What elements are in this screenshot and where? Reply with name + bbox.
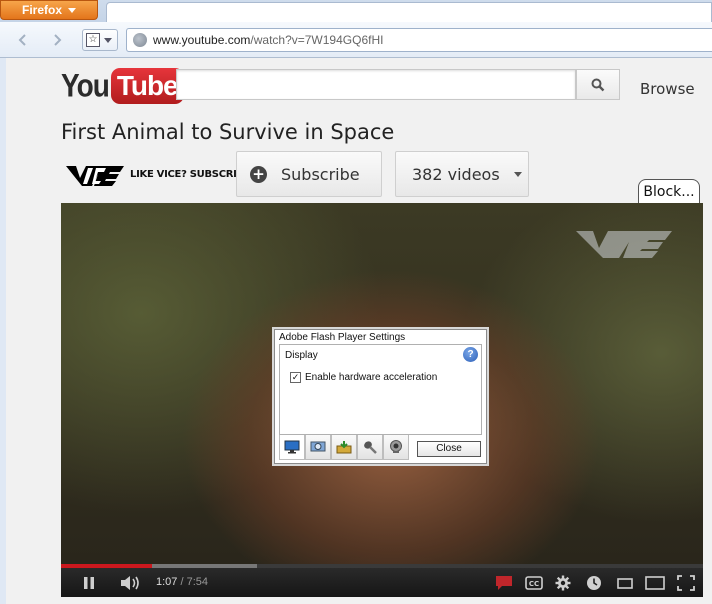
logo-tube-text: Tube <box>110 68 184 104</box>
back-arrow-icon <box>18 34 26 46</box>
video-title: First Animal to Survive in Space <box>61 120 395 144</box>
page-content: You Tube Browse First Animal to Survive … <box>6 58 712 604</box>
settings-button[interactable] <box>552 568 574 597</box>
url-path: /watch?v=7W194GQ6fHI <box>250 33 384 47</box>
camera-icon <box>390 440 402 453</box>
logo-you-text: You <box>61 67 110 104</box>
videos-count-label: 382 videos <box>412 164 500 184</box>
help-icon[interactable]: ? <box>463 347 478 362</box>
chevron-down-icon <box>104 37 112 43</box>
svg-text:CC: CC <box>529 580 539 588</box>
vice-logo[interactable] <box>64 162 126 188</box>
privacy-icon <box>310 441 326 452</box>
channel-tagline: LIKE VICE? SUBSCRIBE <box>130 169 251 180</box>
navigation-toolbar: ☆ www.youtube.com/watch?v=7W194GQ6fHI <box>0 22 712 58</box>
tab-camera[interactable] <box>383 435 409 460</box>
block-button[interactable]: Block... <box>638 179 700 203</box>
search-button[interactable] <box>576 69 620 100</box>
small-player-button[interactable] <box>614 568 636 597</box>
large-player-button[interactable] <box>644 568 666 597</box>
title-bar: Firefox <box>0 0 712 22</box>
tab-display[interactable] <box>279 435 305 460</box>
watch-later-button[interactable] <box>583 568 605 597</box>
globe-icon <box>133 33 147 47</box>
annotations-button[interactable] <box>493 568 515 597</box>
subscribe-label: Subscribe <box>281 164 360 184</box>
player-controls: 1:07 / 7:54 CC <box>61 568 703 597</box>
forward-arrow-icon <box>54 34 62 46</box>
firefox-menu-label: Firefox <box>21 3 62 17</box>
pause-icon <box>84 576 94 589</box>
chevron-down-icon <box>513 171 522 177</box>
current-time: 1:07 <box>156 576 178 588</box>
plus-icon: + <box>250 165 267 183</box>
tab-microphone[interactable] <box>357 435 383 460</box>
subscribe-button[interactable]: + Subscribe <box>236 151 382 197</box>
search-input[interactable] <box>176 69 576 100</box>
time-display: 1:07 / 7:54 <box>156 576 208 588</box>
gear-icon <box>555 575 571 590</box>
youtube-logo[interactable]: You Tube <box>61 68 184 104</box>
large-player-icon <box>645 575 665 590</box>
volume-icon <box>121 575 139 590</box>
fullscreen-icon <box>677 574 695 591</box>
flash-display-panel: Display ? ✓ Enable hardware acceleration <box>279 344 482 435</box>
browse-link[interactable]: Browse <box>640 80 695 98</box>
video-player[interactable]: Adobe Flash Player Settings Display ? ✓ … <box>61 203 703 597</box>
captions-icon: CC <box>525 575 543 590</box>
display-icon <box>284 440 300 454</box>
tab-privacy[interactable] <box>305 435 331 460</box>
tab-storage[interactable] <box>331 435 357 460</box>
storage-icon <box>336 441 352 454</box>
flash-section-title: Display <box>285 350 318 361</box>
browser-tab[interactable] <box>106 2 712 22</box>
bookmark-star-icon: ☆ <box>86 33 100 47</box>
flash-dialog-title: Adobe Flash Player Settings <box>279 332 406 343</box>
url-text: www.youtube.com/watch?v=7W194GQ6fHI <box>153 33 383 47</box>
channel-videos-button[interactable]: 382 videos <box>395 151 529 197</box>
url-host: www.youtube.com <box>153 33 251 47</box>
flash-close-button[interactable]: Close <box>417 441 481 457</box>
total-duration: / 7:54 <box>177 576 208 588</box>
annotations-icon <box>496 575 512 590</box>
chevron-down-icon <box>68 7 76 13</box>
fullscreen-button[interactable] <box>675 568 697 597</box>
captions-button[interactable]: CC <box>523 568 545 597</box>
clock-icon <box>587 575 601 590</box>
volume-button[interactable] <box>117 568 145 597</box>
hardware-acceleration-checkbox[interactable]: ✓ <box>290 372 301 383</box>
forward-button[interactable] <box>46 29 68 51</box>
small-player-icon <box>617 577 633 589</box>
back-button[interactable] <box>12 29 34 51</box>
vice-watermark <box>576 231 672 258</box>
hardware-acceleration-label[interactable]: Enable hardware acceleration <box>305 372 437 383</box>
flash-tab-bar <box>279 435 409 460</box>
microphone-icon <box>364 441 377 454</box>
url-bar[interactable]: www.youtube.com/watch?v=7W194GQ6fHI <box>126 28 712 52</box>
video-frame[interactable]: Adobe Flash Player Settings Display ? ✓ … <box>61 203 703 564</box>
flash-settings-dialog: Adobe Flash Player Settings Display ? ✓ … <box>274 329 487 464</box>
search-icon <box>591 78 605 91</box>
firefox-menu-button[interactable]: Firefox <box>0 0 98 20</box>
pause-button[interactable] <box>77 568 101 597</box>
bookmarks-button[interactable]: ☆ <box>82 29 118 51</box>
